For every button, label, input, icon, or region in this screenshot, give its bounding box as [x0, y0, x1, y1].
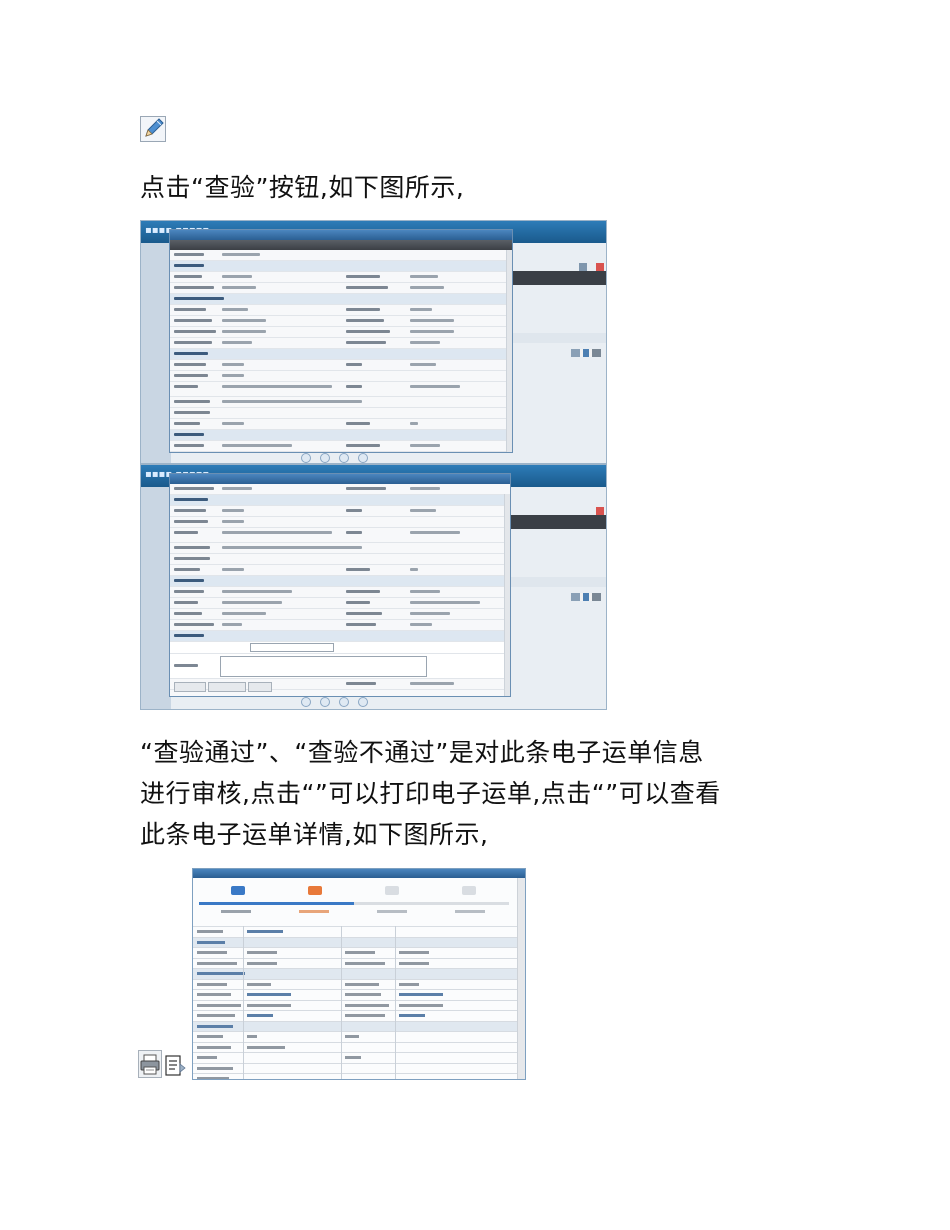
instruction-text-2-line2: 进行审核,点击“”可以打印电子运单,点击“”可以查看 [140, 779, 721, 808]
pencil-icon [140, 116, 166, 142]
minimize-icon[interactable] [579, 263, 587, 271]
inspection-result-select[interactable] [250, 643, 334, 652]
dialog-scrollbar[interactable] [517, 878, 525, 1079]
close-icon[interactable] [596, 263, 604, 271]
instruction-text-1: 点击“查验”按钮,如下图所示, [140, 173, 465, 202]
printer-icon[interactable] [138, 1050, 162, 1078]
truck-icon [308, 886, 322, 895]
instruction-text-2-line1: “查验通过”、“查验不通过”是对此条电子运单信息 [140, 738, 704, 767]
document-detail-icon[interactable] [163, 1054, 187, 1078]
inspection-dialog-scrolled [169, 473, 511, 697]
waybill-progress-steps [193, 878, 525, 927]
inspection-screenshot-top: ▪▪▪▪ ▪▪▪▪▪ [140, 220, 607, 464]
truck-icon [231, 886, 245, 895]
instruction-text-2-line3: 此条电子运单详情,如下图所示, [140, 820, 489, 849]
inspection-remark-textarea[interactable] [220, 656, 427, 677]
pass-inspection-button[interactable] [174, 682, 206, 692]
close-icon[interactable] [596, 507, 604, 515]
pager-controls[interactable] [301, 697, 368, 707]
truck-icon [385, 886, 399, 895]
inspection-dialog [169, 229, 513, 453]
dialog-title-bar [193, 869, 525, 878]
cancel-button[interactable] [248, 682, 272, 692]
pager-controls[interactable] [301, 453, 368, 463]
fail-inspection-button[interactable] [208, 682, 246, 692]
waybill-detail-screenshot [192, 868, 526, 1080]
dialog-title-bar [170, 474, 510, 484]
dialog-scrollbar[interactable] [506, 250, 512, 452]
truck-icon [462, 886, 476, 895]
inspection-screenshot-bottom: ▪▪▪▪ ▪▪▪▪▪ [140, 464, 607, 710]
dialog-scrollbar[interactable] [504, 494, 510, 696]
row-action-icons[interactable] [571, 593, 601, 601]
row-action-icons[interactable] [571, 349, 601, 357]
dialog-title-bar [170, 230, 512, 240]
